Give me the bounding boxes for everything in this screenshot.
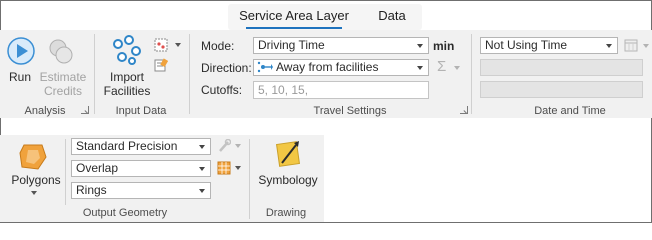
calendar-button — [624, 38, 638, 52]
travel-settings-group-label: Travel Settings — [313, 105, 387, 117]
direction-away-icon — [257, 61, 273, 73]
ribbon-tab-bar: Service Area Layer Data — [228, 4, 422, 30]
overlap-value: Overlap — [76, 161, 119, 175]
import-facilities-label: Import Facilities — [103, 70, 151, 98]
time-field — [480, 81, 643, 98]
estimate-credits-label: Estimate Credits — [38, 70, 88, 98]
calendar-icon — [624, 39, 638, 52]
estimate-credits-button[interactable] — [47, 38, 75, 66]
date-field — [480, 59, 643, 76]
mode-unit: min — [433, 39, 455, 53]
tab-service-area-layer[interactable]: Service Area Layer — [236, 4, 352, 30]
chevron-down-icon — [643, 44, 649, 48]
group-separator — [471, 34, 472, 114]
chevron-down-icon — [31, 191, 37, 195]
chevron-down-icon — [199, 189, 205, 193]
tab-label: Service Area Layer — [239, 8, 349, 23]
analysis-group-label: Analysis — [24, 105, 66, 117]
polygons-label: Polygons — [11, 173, 61, 187]
time-value: Not Using Time — [485, 38, 568, 52]
mode-label: Mode: — [201, 39, 235, 53]
chevron-down-icon — [606, 44, 612, 48]
chevron-down-icon — [199, 167, 205, 171]
ribbon-bottom: Polygons Standard Precision Overlap Ring… — [0, 135, 324, 222]
drawing-group-label: Drawing — [265, 207, 307, 219]
direction-value: Away from facilities — [276, 60, 379, 74]
import-label-line1: Import — [109, 70, 144, 84]
analysis-launcher-icon[interactable] — [81, 106, 89, 114]
direction-label: Direction: — [201, 61, 252, 75]
cutoffs-placeholder: 5, 10, 15, — [258, 83, 309, 97]
symbology-label: Symbology — [258, 173, 318, 187]
group-separator — [94, 34, 95, 114]
run-icon — [7, 37, 35, 65]
chevron-down-icon[interactable] — [235, 166, 241, 170]
edit-attributes-icon — [154, 58, 169, 72]
rings-dropdown[interactable]: Rings — [71, 182, 211, 199]
polygons-button[interactable] — [18, 141, 48, 171]
chevron-down-icon — [417, 66, 423, 70]
active-tab-indicator — [246, 27, 342, 29]
chevron-down-icon — [454, 66, 460, 70]
estimate-label-line2: Credits — [43, 84, 82, 98]
ribbon-top: Run Estimate Credits Analysis Import Fac… — [0, 30, 652, 118]
overlap-dropdown[interactable]: Overlap — [71, 160, 211, 177]
precision-dropdown[interactable]: Standard Precision — [71, 138, 211, 155]
rings-value: Rings — [76, 183, 107, 197]
input-data-group-label: Input Data — [115, 105, 167, 117]
chevron-down-icon — [417, 44, 423, 48]
estimate-label-line1: Estimate — [39, 70, 87, 84]
coins-icon — [49, 39, 73, 64]
run-label: Run — [8, 70, 31, 84]
chevron-down-icon[interactable] — [175, 43, 181, 47]
import-facilities-button[interactable] — [110, 34, 144, 66]
travel-settings-launcher-icon[interactable] — [460, 106, 468, 114]
direction-dropdown[interactable]: Away from facilities — [253, 59, 429, 76]
time-dropdown[interactable]: Not Using Time — [480, 37, 618, 54]
run-button[interactable] — [6, 36, 36, 66]
select-features-icon — [154, 38, 168, 52]
chevron-down-icon — [199, 145, 205, 149]
mode-dropdown[interactable]: Driving Time — [253, 37, 429, 54]
cutoffs-input[interactable]: 5, 10, 15, — [253, 81, 429, 99]
generalize-button — [217, 138, 232, 153]
tab-label: Data — [378, 8, 406, 23]
grid-polygon-icon — [217, 161, 231, 175]
mode-value: Driving Time — [258, 38, 325, 52]
chevron-down-icon — [235, 144, 241, 148]
wrench-icon — [219, 138, 232, 152]
polygons-icon — [19, 144, 47, 170]
facilities-icon — [113, 35, 141, 65]
group-separator — [65, 139, 66, 205]
tab-data[interactable]: Data — [370, 4, 414, 30]
edit-features-button[interactable] — [154, 58, 169, 72]
sigma-icon: Σ — [437, 58, 447, 75]
select-features-button[interactable] — [154, 38, 168, 52]
group-separator — [249, 139, 250, 219]
group-separator — [189, 34, 190, 114]
paintbrush-icon — [276, 141, 300, 167]
cutoffs-label: Cutoffs: — [201, 83, 243, 97]
import-label-line2: Facilities — [103, 84, 151, 98]
precision-value: Standard Precision — [76, 139, 178, 153]
detailed-polygons-button[interactable] — [217, 161, 231, 175]
symbology-button[interactable] — [274, 139, 302, 169]
output-geometry-group-label: Output Geometry — [82, 207, 168, 219]
date-time-group-label: Date and Time — [534, 105, 606, 117]
